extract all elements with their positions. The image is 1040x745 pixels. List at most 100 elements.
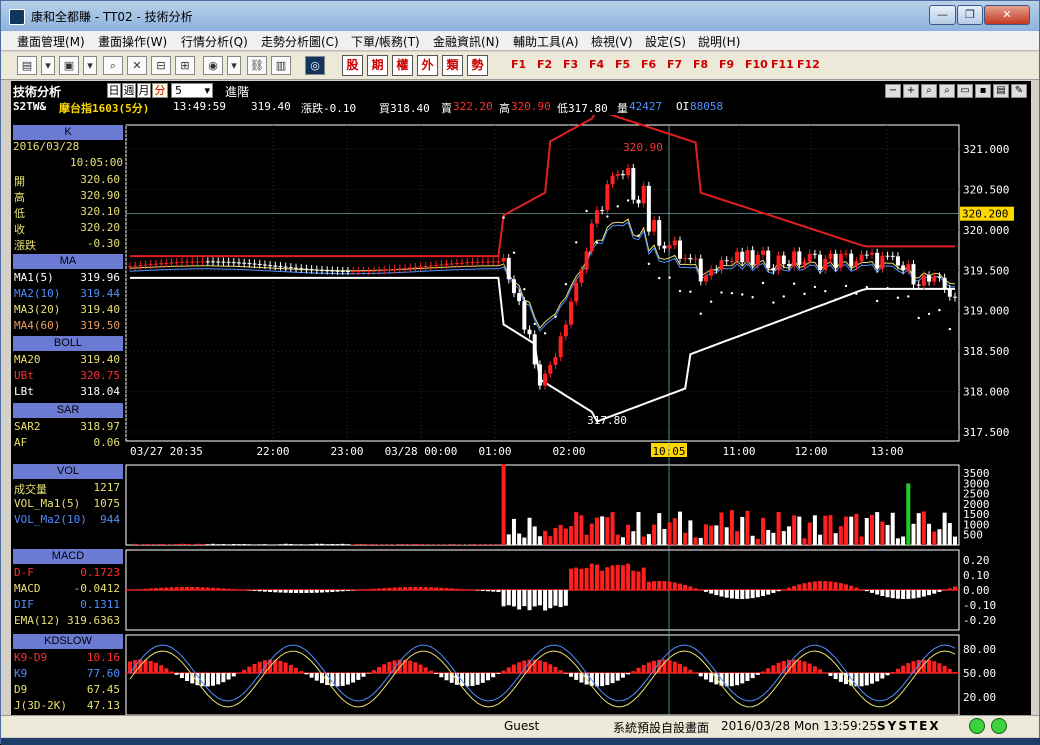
chevron-down-icon[interactable]: ▾: [41, 56, 55, 75]
sar-dot: [866, 286, 868, 288]
macd-bar: [268, 590, 272, 592]
chevron-down-icon[interactable]: ▾: [83, 56, 97, 75]
period-minute-button[interactable]: 分: [152, 83, 168, 98]
kd-bar: [678, 664, 682, 673]
function-key-f10[interactable]: F10: [745, 58, 768, 71]
volume-bar: [216, 544, 220, 545]
delete-icon[interactable]: ✕: [127, 56, 147, 75]
tile-window-icon[interactable]: ⊞: [175, 56, 195, 75]
price-axis-label: 320.500: [963, 183, 1009, 196]
link-icon[interactable]: ⛓: [247, 56, 267, 75]
plus-icon[interactable]: +: [903, 84, 919, 98]
volume-bar: [336, 544, 340, 545]
function-key-f1[interactable]: F1: [511, 58, 526, 71]
volume-bar: [310, 544, 314, 545]
volume-bar: [880, 522, 884, 545]
coin-icon[interactable]: ◉: [203, 56, 223, 75]
market-button-0[interactable]: 股: [342, 55, 363, 76]
volume-bar: [626, 525, 630, 545]
function-key-f9[interactable]: F9: [719, 58, 734, 71]
function-key-f4[interactable]: F4: [589, 58, 604, 71]
ma2-line: [130, 222, 955, 331]
split-window-icon[interactable]: ⊟: [151, 56, 171, 75]
quote-ask-label: 賣: [441, 100, 452, 116]
kd-bar: [356, 673, 360, 680]
kd-bar: [688, 670, 692, 673]
zoom-in-icon[interactable]: ⌕: [939, 84, 955, 98]
message-icon[interactable]: ▭: [957, 84, 973, 98]
function-key-f8[interactable]: F8: [693, 58, 708, 71]
menu-item-8[interactable]: 設定(S): [645, 33, 686, 50]
chevron-down-icon[interactable]: ▾: [227, 56, 241, 75]
save-icon[interactable]: ▪: [975, 84, 991, 98]
menu-item-5[interactable]: 金融資訊(N): [433, 33, 499, 50]
period-day-button[interactable]: 日: [107, 83, 121, 98]
function-key-f12[interactable]: F12: [797, 58, 820, 71]
menu-item-0[interactable]: 畫面管理(M): [17, 33, 85, 50]
candle-body: [195, 261, 199, 262]
macd-bar: [221, 588, 225, 590]
function-key-f5[interactable]: F5: [615, 58, 630, 71]
macd-bar: [766, 590, 770, 595]
print-icon[interactable]: ▤: [993, 84, 1009, 98]
quote-change: 漲跌-0.10: [301, 100, 356, 116]
title-bar[interactable]: 康和全都賺 - TT02 - 技術分析 — ❐ ✕: [1, 1, 1039, 31]
advanced-button[interactable]: 進階: [225, 83, 249, 100]
macd-bar: [496, 590, 500, 592]
kd-bar: [574, 673, 578, 680]
kd-bar: [543, 662, 547, 673]
function-key-f3[interactable]: F3: [563, 58, 578, 71]
market-button-5[interactable]: 勢: [467, 55, 488, 76]
function-key-f6[interactable]: F6: [641, 58, 656, 71]
settings-icon[interactable]: ✎: [1011, 84, 1027, 98]
menu-item-7[interactable]: 檢視(V): [591, 33, 633, 50]
candle-body: [834, 254, 838, 268]
chart-plot-area[interactable]: 03/27 20:3522:0023:0003/28 00:0001:0002:…: [11, 115, 1031, 715]
chart-window-icon[interactable]: ▥: [271, 56, 291, 75]
menu-item-6[interactable]: 輔助工具(A): [513, 33, 579, 50]
zoom-out-icon[interactable]: ⌕: [921, 84, 937, 98]
function-key-f7[interactable]: F7: [667, 58, 682, 71]
menu-item-3[interactable]: 走勢分析圖(C): [261, 33, 339, 50]
kd-bar: [828, 673, 832, 676]
market-button-1[interactable]: 期: [367, 55, 388, 76]
menu-item-2[interactable]: 行情分析(Q): [181, 33, 248, 50]
minus-icon[interactable]: −: [885, 84, 901, 98]
price-axis-label: 318.000: [963, 386, 1009, 399]
volume-bar: [367, 544, 371, 545]
market-button-2[interactable]: 權: [392, 55, 413, 76]
menu-item-4[interactable]: 下單/帳務(T): [351, 33, 420, 50]
candle-body: [616, 174, 620, 176]
macd-bar: [289, 590, 293, 593]
candle-body: [662, 246, 666, 249]
search-icon[interactable]: ⌕: [103, 56, 123, 75]
menu-item-1[interactable]: 畫面操作(W): [98, 33, 167, 50]
monitor-icon[interactable]: ▣: [59, 56, 79, 75]
candle-body: [808, 254, 812, 262]
close-button[interactable]: ✕: [984, 5, 1030, 25]
candle-body: [227, 262, 231, 263]
screen-list-icon[interactable]: ▤: [17, 56, 37, 75]
function-key-f11[interactable]: F11: [771, 58, 794, 71]
period-month-button[interactable]: 月: [137, 83, 151, 98]
function-key-f2[interactable]: F2: [537, 58, 552, 71]
menu-item-9[interactable]: 說明(H): [698, 33, 740, 50]
interval-select[interactable]: 5▾: [171, 83, 213, 98]
macd-bar: [569, 569, 573, 590]
volume-bar: [694, 537, 698, 545]
candle-body: [387, 269, 391, 270]
minimize-button[interactable]: —: [929, 5, 956, 25]
brand-logo-icon[interactable]: ◎: [305, 56, 325, 75]
market-button-3[interactable]: 外: [417, 55, 438, 76]
period-week-button[interactable]: 週: [122, 83, 136, 98]
candle-body: [424, 266, 428, 267]
market-button-4[interactable]: 類: [442, 55, 463, 76]
candle-body: [133, 266, 137, 267]
quote-time: 13:49:59: [173, 100, 226, 113]
volume-bar: [886, 525, 890, 545]
restore-button[interactable]: ❐: [957, 5, 983, 25]
volume-bar: [590, 524, 594, 545]
candle-body: [533, 334, 537, 364]
kd-bar: [465, 673, 469, 686]
technical-analysis-chart[interactable]: 技術分析 日 週 月 分 5▾ 進階 − + ⌕ ⌕ ▭ ▪ ▤ ✎ S2TW&…: [11, 81, 1031, 715]
